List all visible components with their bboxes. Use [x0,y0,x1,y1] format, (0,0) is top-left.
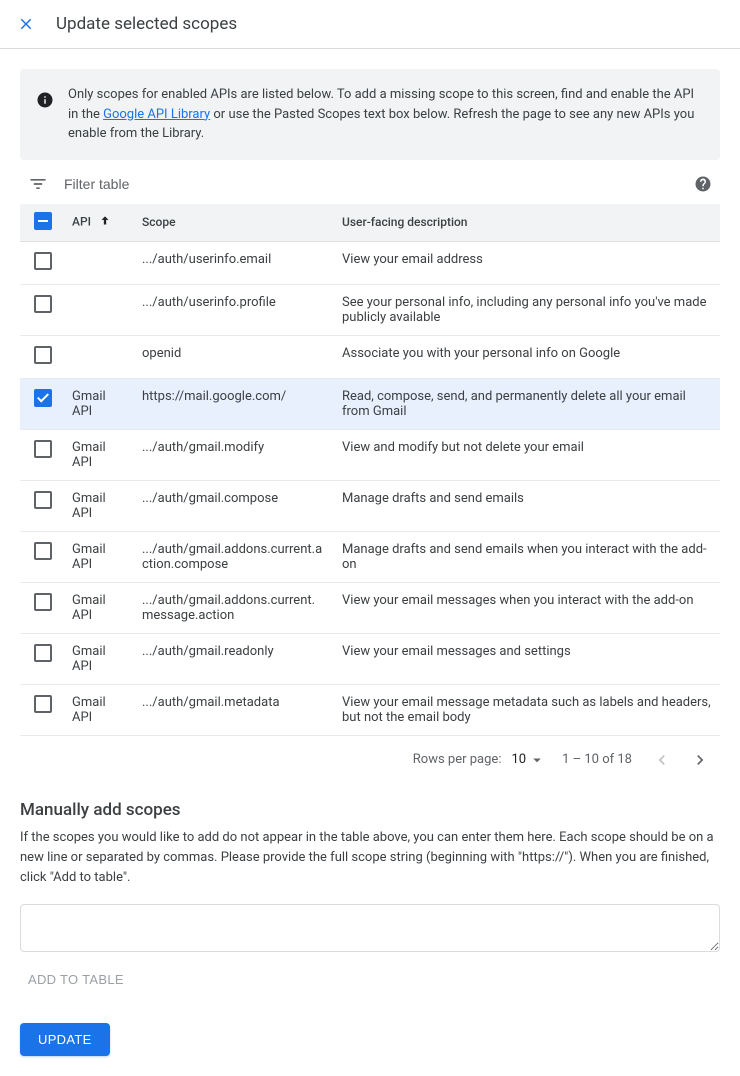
prev-page-button[interactable] [648,746,676,774]
scopes-table: API Scope User-facing description .../au… [20,204,720,736]
cell-scope: https://mail.google.com/ [134,378,334,429]
row-checkbox[interactable] [34,695,52,713]
cell-api [64,335,134,378]
cell-description: See your personal info, including any pe… [334,284,720,335]
cell-api: Gmail API [64,633,134,684]
dialog-header: Update selected scopes [0,0,740,49]
cell-description: Associate you with your personal info on… [334,335,720,378]
select-all-checkbox[interactable] [34,212,52,230]
api-library-link[interactable]: Google API Library [103,107,210,122]
filter-icon[interactable] [28,174,48,194]
table-row: .../auth/userinfo.profileSee your person… [20,284,720,335]
column-header-api-label: API [72,214,91,228]
manual-scopes-title: Manually add scopes [20,800,720,820]
rows-per-page-select[interactable]: 10 [511,751,546,769]
cell-scope: .../auth/gmail.addons.current.action.com… [134,531,334,582]
table-row: Gmail API.../auth/gmail.composeManage dr… [20,480,720,531]
cell-description: View your email message metadata such as… [334,684,720,735]
row-checkbox[interactable] [34,542,52,560]
close-icon[interactable] [12,10,40,38]
dropdown-icon [528,751,546,769]
pagination: Rows per page: 10 1 – 10 of 18 [20,736,720,792]
table-row: Gmail API.../auth/gmail.addons.current.a… [20,531,720,582]
cell-scope: .../auth/gmail.modify [134,429,334,480]
cell-description: Manage drafts and send emails when you i… [334,531,720,582]
cell-api [64,284,134,335]
cell-description: View and modify but not delete your emai… [334,429,720,480]
rows-per-page-label: Rows per page: [413,752,502,767]
column-header-scope[interactable]: Scope [134,204,334,242]
pagination-range: 1 – 10 of 18 [562,752,632,767]
filter-input[interactable] [62,175,686,193]
manual-scopes-description: If the scopes you would like to add do n… [20,828,720,888]
cell-description: Manage drafts and send emails [334,480,720,531]
row-checkbox[interactable] [34,252,52,270]
row-checkbox[interactable] [34,295,52,313]
column-header-api[interactable]: API [64,204,134,242]
table-row: Gmail API.../auth/gmail.addons.current.m… [20,582,720,633]
manual-scopes-textarea[interactable] [20,904,720,952]
table-row: Gmail API.../auth/gmail.metadataView you… [20,684,720,735]
cell-scope: .../auth/gmail.addons.current.message.ac… [134,582,334,633]
cell-description: View your email messages and settings [334,633,720,684]
cell-scope: .../auth/gmail.readonly [134,633,334,684]
cell-scope: .../auth/gmail.compose [134,480,334,531]
update-button[interactable]: UPDATE [20,1023,110,1056]
filter-row [20,164,720,204]
cell-api: Gmail API [64,378,134,429]
cell-api: Gmail API [64,480,134,531]
page-title: Update selected scopes [56,14,237,34]
cell-scope: openid [134,335,334,378]
row-checkbox[interactable] [34,440,52,458]
table-row: Gmail APIhttps://mail.google.com/Read, c… [20,378,720,429]
cell-api: Gmail API [64,684,134,735]
cell-scope: .../auth/userinfo.profile [134,284,334,335]
column-header-description[interactable]: User-facing description [334,204,720,242]
table-row: Gmail API.../auth/gmail.modifyView and m… [20,429,720,480]
cell-api [64,241,134,284]
info-banner: Only scopes for enabled APIs are listed … [20,69,720,160]
cell-description: View your email address [334,241,720,284]
help-icon[interactable] [694,175,712,193]
row-checkbox[interactable] [34,389,52,407]
add-to-table-button[interactable]: ADD TO TABLE [20,956,132,1003]
table-row: .../auth/userinfo.emailView your email a… [20,241,720,284]
row-checkbox[interactable] [34,491,52,509]
cell-scope: .../auth/gmail.metadata [134,684,334,735]
rows-per-page-value: 10 [511,752,526,767]
sort-asc-icon [98,217,112,231]
cell-api: Gmail API [64,582,134,633]
info-icon [36,91,54,109]
row-checkbox[interactable] [34,593,52,611]
cell-api: Gmail API [64,531,134,582]
cell-description: View your email messages when you intera… [334,582,720,633]
row-checkbox[interactable] [34,644,52,662]
cell-api: Gmail API [64,429,134,480]
table-row: Gmail API.../auth/gmail.readonlyView you… [20,633,720,684]
row-checkbox[interactable] [34,346,52,364]
table-row: openidAssociate you with your personal i… [20,335,720,378]
next-page-button[interactable] [686,746,714,774]
cell-description: Read, compose, send, and permanently del… [334,378,720,429]
cell-scope: .../auth/userinfo.email [134,241,334,284]
